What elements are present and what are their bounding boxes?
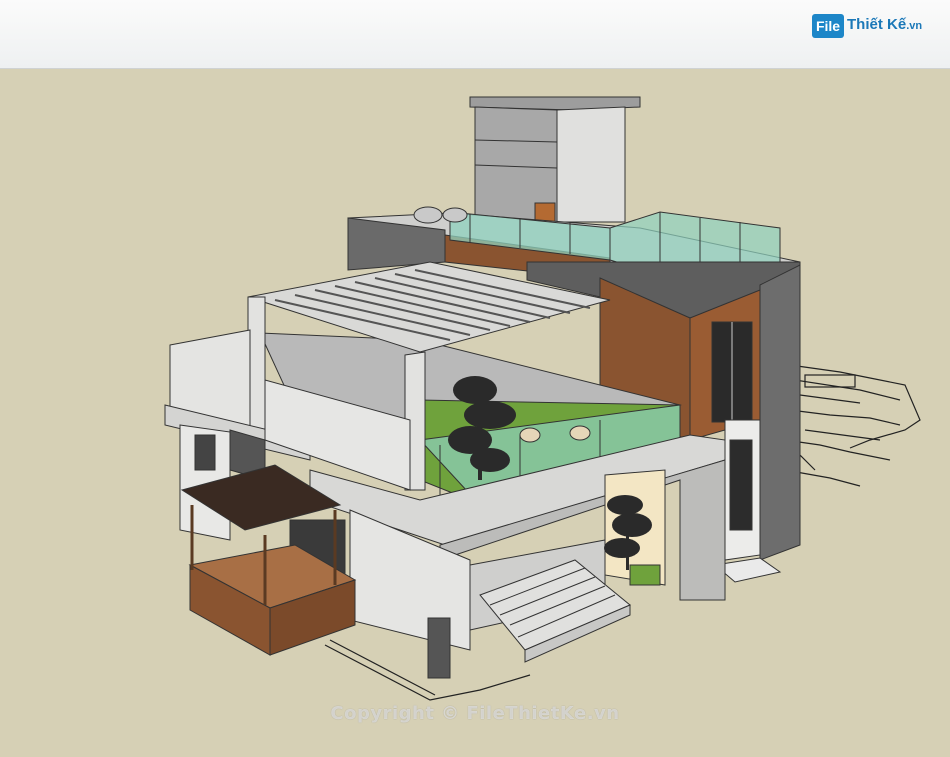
site-header: File Thiết Kế.vn xyxy=(0,0,950,69)
model-viewport[interactable] xyxy=(0,68,950,752)
copyright-watermark: Copyright © FileThietKe.vn xyxy=(330,703,620,724)
logo-mark: File xyxy=(812,14,844,38)
house-model-render xyxy=(164,96,921,701)
logo-name: Thiết Kế xyxy=(847,16,907,33)
logo-text: Thiết Kế.vn xyxy=(847,16,922,33)
logo-suffix: .vn xyxy=(906,20,923,32)
